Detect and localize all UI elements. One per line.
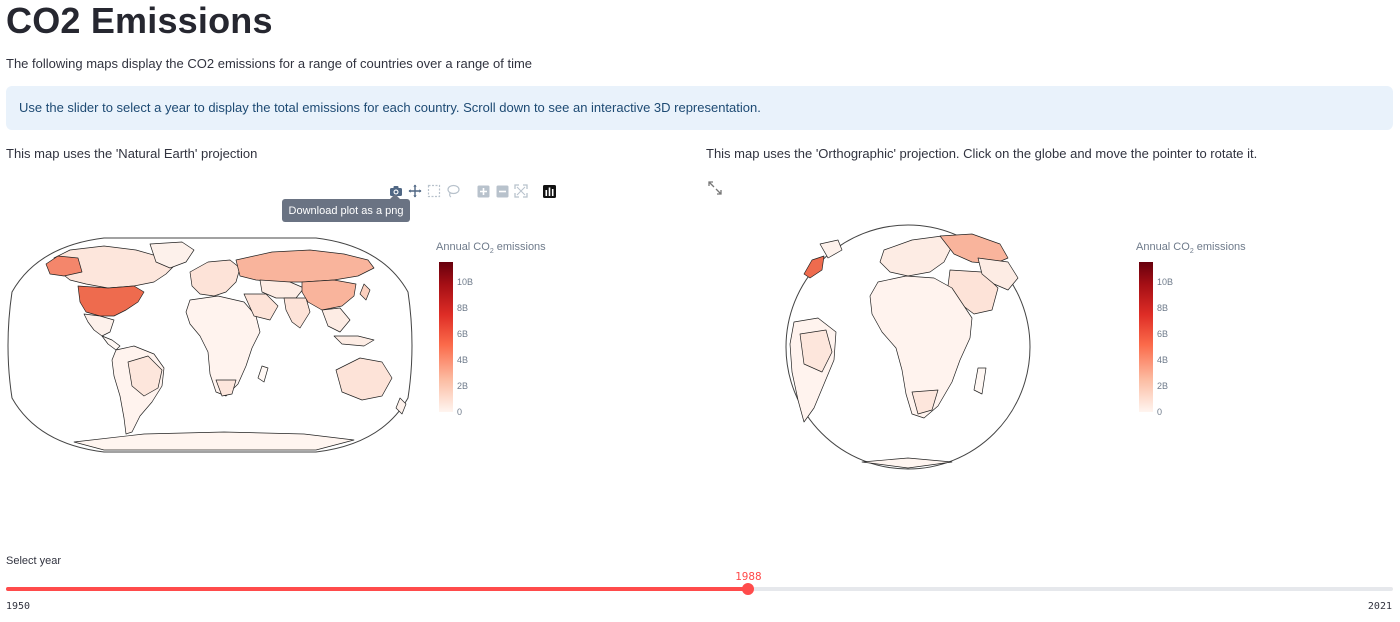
slider-max-label: 2021	[1367, 601, 1392, 612]
left-colorbar-tick: 6B	[457, 329, 469, 339]
download-tooltip: Download plot as a png	[282, 194, 410, 222]
info-box: Use the slider to select a year to displ…	[6, 86, 1393, 130]
orthographic-globe[interactable]	[782, 222, 1034, 472]
slider-min-label: 1950	[6, 601, 31, 612]
left-colorbar-tick: 8B	[457, 303, 469, 313]
right-map-caption: This map uses the 'Orthographic' project…	[706, 146, 1258, 161]
year-slider-fill	[6, 587, 749, 591]
year-slider-thumb[interactable]	[742, 583, 755, 595]
year-slider-value: 1988	[735, 570, 762, 583]
zoom-in-icon[interactable]	[475, 183, 491, 199]
intro-text: The following maps display the CO2 emiss…	[6, 56, 533, 71]
page-title: CO2 Emissions	[6, 0, 273, 41]
right-colorbar-tick: 2B	[1157, 381, 1169, 391]
right-colorbar	[1139, 262, 1153, 412]
plotly-logo-icon[interactable]	[541, 183, 557, 199]
natural-earth-map[interactable]	[4, 236, 416, 454]
right-colorbar-tick: 10B	[1157, 277, 1174, 287]
expand-icon[interactable]	[708, 181, 722, 195]
modebar-spacer	[532, 183, 538, 199]
right-colorbar-tick: 8B	[1157, 303, 1169, 313]
box-select-icon[interactable]	[426, 183, 442, 199]
zoom-out-icon[interactable]	[494, 183, 510, 199]
left-colorbar-tick: 2B	[457, 381, 469, 391]
lasso-icon[interactable]	[445, 183, 461, 199]
left-colorbar-tick: 4B	[457, 355, 469, 365]
modebar-spacer	[464, 183, 472, 199]
left-colorbar-tick: 10B	[457, 277, 474, 287]
left-map-caption: This map uses the 'Natural Earth' projec…	[6, 146, 258, 161]
left-colorbar	[439, 262, 453, 412]
right-colorbar-tick: 4B	[1157, 355, 1169, 365]
info-text: Use the slider to select a year to displ…	[19, 100, 761, 115]
autoscale-icon[interactable]	[513, 183, 529, 199]
slider-label: Select year	[6, 555, 62, 567]
year-slider-track[interactable]	[6, 587, 1393, 591]
left-colorbar-tick: 0	[457, 407, 463, 417]
right-colorbar-title: Annual CO2 emissions	[1136, 241, 1246, 256]
pan-icon[interactable]	[407, 183, 423, 199]
left-colorbar-title: Annual CO2 emissions	[436, 241, 546, 256]
plot-modebar	[388, 183, 557, 199]
right-colorbar-tick: 0	[1157, 407, 1163, 417]
right-colorbar-tick: 6B	[1157, 329, 1169, 339]
